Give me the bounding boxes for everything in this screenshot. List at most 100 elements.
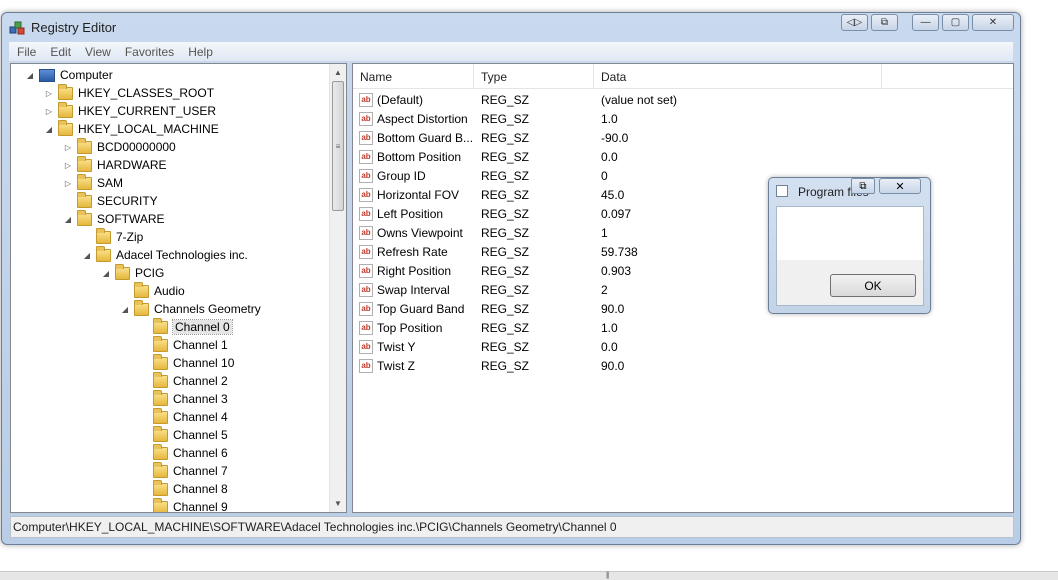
tree-item-label: Channel 0 [172,319,233,335]
string-value-icon: ab [359,225,373,240]
expand-toggle-icon[interactable]: ▷ [63,142,73,152]
value-data: 1 [601,225,608,240]
tree-item[interactable]: ▷ SAM [63,173,123,192]
close-button[interactable]: ✕ [972,14,1014,31]
value-type: REG_SZ [481,263,530,278]
folder-icon [153,407,168,424]
resize-grip-icon[interactable]: ||| [606,572,610,579]
snap-icon[interactable]: ◁▷ [841,14,868,31]
value-row[interactable]: ab Bottom Position REG_SZ 0.0 [353,147,1013,166]
value-name: Owns Viewpoint [377,225,463,240]
column-header-data[interactable]: Data [594,64,882,89]
expand-toggle-icon[interactable]: ◢ [63,214,73,224]
value-type: REG_SZ [481,187,530,202]
scroll-up-arrow-icon[interactable]: ▲ [330,64,346,81]
tree-vertical-scrollbar[interactable]: ▲ ≡ ▼ [329,64,346,512]
tree-item[interactable]: SECURITY [63,191,158,210]
tree-item[interactable]: ◢ SOFTWARE [63,209,165,228]
tree-item[interactable]: ▷ BCD00000000 [63,137,176,156]
minimize-button[interactable]: — [912,14,939,31]
menu-favorites[interactable]: Favorites [125,45,174,59]
expand-toggle-icon[interactable]: ◢ [82,250,92,260]
tree-item[interactable]: ▷ HARDWARE [63,155,167,174]
expand-toggle-icon[interactable]: ▷ [63,178,73,188]
expand-toggle-icon[interactable]: ▷ [63,160,73,170]
column-header-name[interactable]: Name [353,64,474,89]
ok-button[interactable]: OK [830,274,916,297]
expand-toggle-icon[interactable]: ◢ [120,304,130,314]
value-row[interactable]: ab Aspect Distortion REG_SZ 1.0 [353,109,1013,128]
column-header-type[interactable]: Type [474,64,594,89]
tree-item[interactable]: Audio [120,281,185,300]
expand-toggle-icon[interactable]: ▷ [44,106,54,116]
scroll-thumb[interactable]: ≡ [332,81,344,211]
folder-icon [134,299,149,316]
value-row[interactable]: ab Twist Y REG_SZ 0.0 [353,337,1013,356]
tree-item[interactable]: Channel 5 [139,425,228,444]
taskbar-edge [0,571,1058,580]
window-title: Registry Editor [31,20,117,35]
menu-edit[interactable]: Edit [50,45,71,59]
folder-icon [96,227,111,244]
tree-item[interactable]: ◢ Computer [25,66,113,84]
tree-item-label: Channels Geometry [154,302,261,316]
tree-item-label: Channel 7 [173,464,228,478]
tree-item[interactable]: Channel 10 [139,353,234,372]
tree-item[interactable]: Channel 0 [139,317,233,336]
folder-icon [153,353,168,370]
menu-file[interactable]: File [17,45,36,59]
string-value-icon: ab [359,263,373,278]
value-name: Left Position [377,206,444,221]
tree-item[interactable]: Channel 2 [139,371,228,390]
value-name: (Default) [377,92,424,107]
folder-icon [134,281,149,298]
folder-icon [153,443,168,460]
string-value-icon: ab [359,282,373,297]
tree-item[interactable]: ▷ HKEY_CLASSES_ROOT [44,83,215,102]
tree-item[interactable]: Channel 4 [139,407,228,426]
maximize-button[interactable]: ▢ [942,14,969,31]
string-value-icon: ab [359,187,373,202]
tree-item[interactable]: Channel 1 [139,335,228,354]
expand-toggle-icon[interactable]: ◢ [44,124,54,134]
menu-view[interactable]: View [85,45,111,59]
tree-item[interactable]: ◢ PCIG [101,263,164,282]
tree-item[interactable]: Channel 6 [139,443,228,462]
tree-item-label: HKEY_CLASSES_ROOT [78,86,215,100]
value-type: REG_SZ [481,225,530,240]
tree-item[interactable]: Channel 7 [139,461,228,480]
key-tree-pane[interactable]: ◢ Computer ▷ HKEY_CLASSES_ROOT ▷ HKEY_CURRENT… [10,63,347,513]
value-row[interactable]: ab Twist Z REG_SZ 90.0 [353,356,1013,375]
dialog-body: OK [776,206,924,306]
tree-item[interactable]: ◢ Adacel Technologies inc. [82,245,248,264]
value-row[interactable]: ab (Default) REG_SZ (value not set) [353,90,1013,109]
menu-help[interactable]: Help [188,45,213,59]
tree-item[interactable]: Channel 8 [139,479,228,498]
dialog-close-button[interactable]: ✕ [879,178,921,194]
title-bar[interactable]: Registry Editor ◁▷ ⧉ — ▢ ✕ [2,13,1020,41]
dialog-message-area [777,207,923,260]
folder-icon [153,425,168,442]
tree-item[interactable]: ◢ Channels Geometry [120,299,261,318]
scroll-down-arrow-icon[interactable]: ▼ [330,495,346,512]
tree-item[interactable]: 7-Zip [82,227,143,246]
value-name: Top Guard Band [377,301,465,316]
restore-down-icon[interactable]: ⧉ [871,14,898,31]
tree-item-label: Channel 4 [173,410,228,424]
tree-item-label: Channel 3 [173,392,228,406]
expand-toggle-icon[interactable]: ◢ [25,70,35,80]
tree-item-label: Adacel Technologies inc. [116,248,248,262]
tree-item[interactable]: ▷ HKEY_CURRENT_USER [44,101,216,120]
value-data: 45.0 [601,187,625,202]
tree-item[interactable]: ◢ HKEY_LOCAL_MACHINE [44,119,219,138]
value-row[interactable]: ab Top Position REG_SZ 1.0 [353,318,1013,337]
value-row[interactable]: ab Bottom Guard B... REG_SZ -90.0 [353,128,1013,147]
expand-toggle-icon[interactable]: ▷ [44,88,54,98]
restore-icon[interactable]: ⧉ [851,178,875,194]
expand-toggle-icon[interactable]: ◢ [101,268,111,278]
tree-item[interactable]: Channel 9 [139,497,228,512]
tree-item[interactable]: Channel 3 [139,389,228,408]
